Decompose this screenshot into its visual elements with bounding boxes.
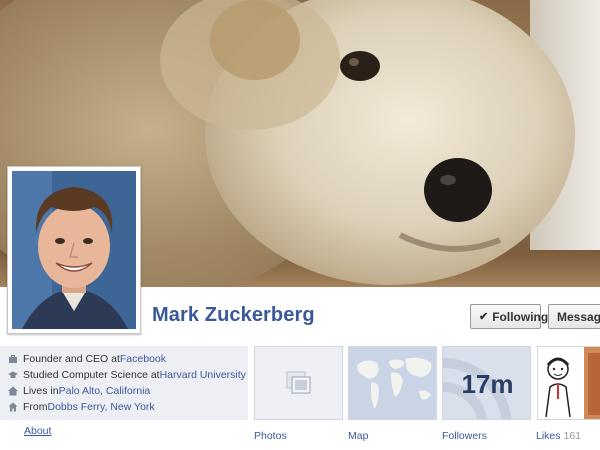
checkmark-icon: ✔ <box>479 311 489 323</box>
info-row-from: From Dobbs Ferry, New York <box>8 399 248 415</box>
about-link[interactable]: About <box>24 425 51 437</box>
info-from-prefix: From <box>23 401 48 413</box>
info-work-link[interactable]: Facebook <box>120 353 166 365</box>
message-label: Message <box>557 309 600 324</box>
profile-info-panel: Founder and CEO at Facebook Studied Comp… <box>0 346 248 420</box>
photos-label[interactable]: Photos <box>254 430 287 442</box>
home-town-icon <box>8 402 18 412</box>
person-portrait <box>12 171 136 329</box>
message-button[interactable]: Message <box>548 304 600 329</box>
world-map-image <box>349 347 436 419</box>
map-label[interactable]: Map <box>348 430 368 442</box>
info-row-education: Studied Computer Science at Harvard Univ… <box>8 367 248 383</box>
info-work-prefix: Founder and CEO at <box>23 353 120 365</box>
followers-tile[interactable]: 17m <box>442 346 531 420</box>
followers-count: 17m <box>461 369 514 399</box>
likes-label-text: Likes <box>536 430 561 442</box>
briefcase-icon <box>8 354 18 364</box>
info-education-prefix: Studied Computer Science at <box>23 369 160 381</box>
info-lives-prefix: Lives in <box>23 385 59 397</box>
likes-label[interactable]: Likes 161 <box>536 430 581 442</box>
graduation-cap-icon <box>8 370 18 380</box>
info-education-link[interactable]: Harvard University <box>160 369 246 381</box>
info-from-link[interactable]: Dobbs Ferry, New York <box>48 401 155 413</box>
following-label: Following <box>492 309 549 324</box>
photos-tile[interactable] <box>254 346 343 420</box>
profile-picture[interactable] <box>7 166 141 334</box>
profile-name[interactable]: Mark Zuckerberg <box>152 304 315 327</box>
likes-page-images <box>538 347 600 419</box>
likes-count: 161 <box>563 430 582 442</box>
house-icon <box>8 386 18 396</box>
info-lives-link[interactable]: Palo Alto, California <box>59 385 151 397</box>
following-button[interactable]: ✔ Following <box>470 304 548 329</box>
map-tile[interactable] <box>348 346 437 420</box>
profile-photo <box>12 171 136 329</box>
info-row-lives: Lives in Palo Alto, California <box>8 383 248 399</box>
info-row-work: Founder and CEO at Facebook <box>8 351 248 367</box>
photo-stack-icon <box>286 371 310 394</box>
followers-label[interactable]: Followers <box>442 430 487 442</box>
likes-tile[interactable] <box>537 346 600 420</box>
